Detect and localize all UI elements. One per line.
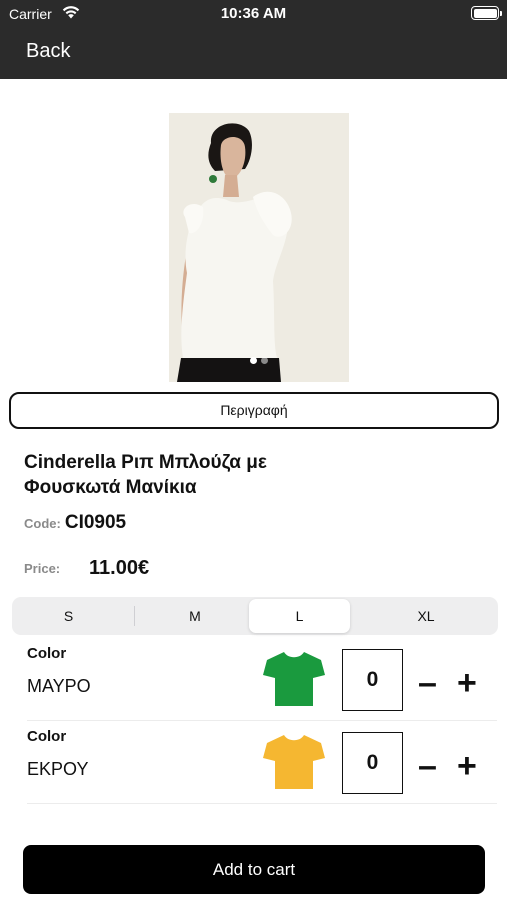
- color-label: Color: [27, 645, 67, 662]
- back-button[interactable]: Back: [26, 40, 70, 63]
- product-title: Cinderella Ριπ Μπλούζα με Φουσκωτά Μανίκ…: [24, 452, 267, 498]
- product-detail-screen: Carrier 10:36 AM Back Περιγραφή Cinderel…: [0, 0, 507, 900]
- color-name: ΕΚΡΟΥ: [27, 759, 89, 779]
- clock: 10:36 AM: [220, 5, 287, 22]
- size-option-l[interactable]: L: [249, 599, 350, 633]
- add-to-cart-button[interactable]: Add to cart: [23, 845, 485, 894]
- price-value: 11.00€: [89, 557, 150, 579]
- size-option-m[interactable]: M: [135, 599, 255, 633]
- increment-button[interactable]: +: [457, 666, 477, 700]
- quantity-field[interactable]: 0: [342, 732, 403, 794]
- color-name: ΜΑΥΡΟ: [27, 676, 91, 696]
- battery-icon: [471, 6, 502, 20]
- row-divider: [27, 803, 497, 804]
- code-label: Code:: [24, 516, 61, 531]
- quantity-field[interactable]: 0: [342, 649, 403, 711]
- decrement-button[interactable]: –: [418, 666, 437, 700]
- color-row: Color ΜΑΥΡΟ 0 – +: [0, 640, 507, 722]
- page-dot[interactable]: [261, 357, 268, 364]
- decrement-button[interactable]: –: [418, 749, 437, 783]
- increment-button[interactable]: +: [457, 749, 477, 783]
- tshirt-icon: [263, 652, 325, 706]
- size-option-s[interactable]: S: [14, 599, 123, 633]
- code-value: CI0905: [64, 512, 127, 533]
- color-row: Color ΕΚΡΟΥ 0 – +: [0, 723, 507, 805]
- tshirt-icon: [263, 735, 325, 789]
- size-selector: S M L XL: [12, 597, 498, 635]
- navigation-bar: Carrier 10:36 AM Back: [0, 0, 507, 79]
- color-label: Color: [27, 728, 67, 745]
- size-option-xl[interactable]: XL: [357, 599, 495, 633]
- model-photo: [169, 113, 349, 382]
- row-divider: [27, 720, 497, 721]
- tshirt-swatch: [263, 652, 325, 706]
- tshirt-swatch: [263, 735, 325, 789]
- product-image[interactable]: [169, 113, 349, 382]
- description-button[interactable]: Περιγραφή: [9, 392, 499, 429]
- page-indicator[interactable]: [169, 351, 349, 369]
- product-code: Code: CI0905: [24, 512, 126, 534]
- price-label: Price:: [24, 561, 61, 576]
- page-dot-active[interactable]: [250, 357, 257, 364]
- status-bar: Carrier 10:36 AM: [0, 0, 507, 30]
